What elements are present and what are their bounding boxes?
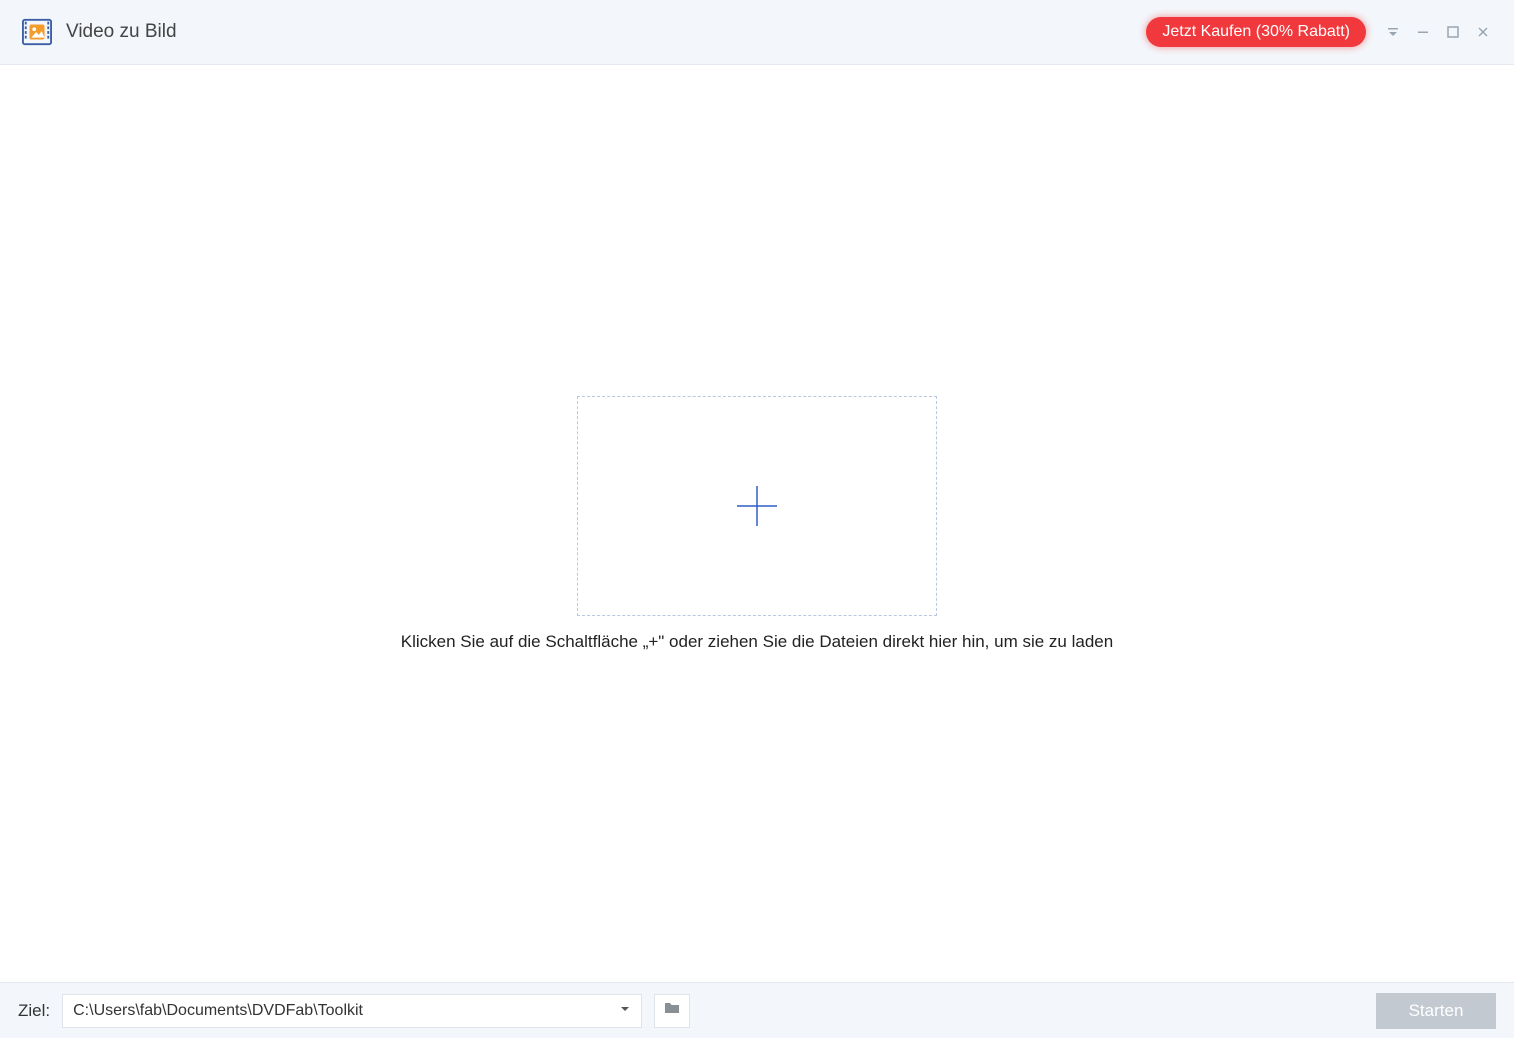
close-icon[interactable] (1470, 19, 1496, 45)
maximize-icon[interactable] (1440, 19, 1466, 45)
footer-bar: Ziel: C:\Users\fab\Documents\DVDFab\Tool… (0, 982, 1514, 1038)
destination-label: Ziel: (18, 1001, 50, 1021)
menu-dropdown-icon[interactable] (1380, 19, 1406, 45)
file-dropzone[interactable] (577, 396, 937, 616)
plus-icon (731, 480, 783, 532)
folder-icon (663, 999, 681, 1022)
chevron-down-icon (619, 1002, 631, 1020)
app-icon (22, 17, 52, 47)
destination-path-text: C:\Users\fab\Documents\DVDFab\Toolkit (73, 1002, 619, 1020)
buy-now-button[interactable]: Jetzt Kaufen (30% Rabatt) (1146, 17, 1366, 47)
browse-folder-button[interactable] (654, 994, 690, 1028)
start-button[interactable]: Starten (1376, 993, 1496, 1029)
minimize-icon[interactable] (1410, 19, 1436, 45)
app-title: Video zu Bild (66, 21, 177, 43)
drop-instruction: Klicken Sie auf die Schaltfläche „+" ode… (401, 632, 1113, 652)
main-area: Klicken Sie auf die Schaltfläche „+" ode… (0, 65, 1514, 982)
destination-path-select[interactable]: C:\Users\fab\Documents\DVDFab\Toolkit (62, 994, 642, 1028)
titlebar: Video zu Bild Jetzt Kaufen (30% Rabatt) (0, 0, 1514, 65)
